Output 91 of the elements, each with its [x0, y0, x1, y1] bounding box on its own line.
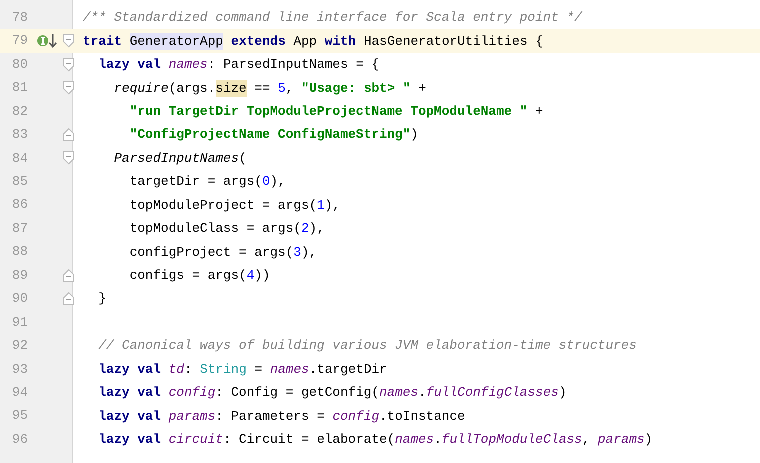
- code-text: +: [418, 80, 426, 97]
- code-text: ): [558, 384, 567, 402]
- number-literal: 0: [262, 173, 270, 190]
- number-literal: 5: [278, 80, 286, 97]
- code-text: +: [536, 102, 544, 120]
- line-number: 90: [11, 290, 28, 308]
- code-keyword: extends: [231, 32, 286, 50]
- code-text: .toInstance: [380, 408, 466, 425]
- code-text: )): [254, 267, 270, 284]
- code-identifier: names: [168, 56, 208, 74]
- string-literal: "Usage: sbt> ": [302, 80, 411, 97]
- code-keyword: lazy val: [98, 360, 162, 378]
- fold-marker-icon[interactable]: [63, 58, 75, 72]
- code-keyword: lazy val: [98, 384, 162, 402]
- code-identifier: require: [114, 80, 169, 97]
- code-text: :: [184, 360, 192, 378]
- code-text: }: [98, 290, 106, 308]
- code-text: : Parameters =: [216, 408, 325, 425]
- code-text: (: [239, 150, 247, 167]
- code-text: App: [294, 32, 318, 50]
- code-keyword: with: [324, 32, 356, 50]
- line-number: 81: [11, 79, 28, 98]
- code-keyword: lazy val: [98, 56, 162, 74]
- code-identifier: td: [168, 360, 184, 378]
- code-identifier: config: [168, 384, 216, 402]
- code-text: ),: [324, 196, 340, 214]
- line-number: 92: [11, 337, 28, 356]
- line-number: 95: [11, 407, 28, 426]
- code-identifier: ParsedInputNames: [114, 150, 240, 167]
- code-identifier: names: [395, 431, 434, 448]
- code-identifier: params: [168, 408, 216, 425]
- code-identifier: fullConfigClasses: [426, 384, 559, 402]
- code-text: topModuleClass = args(: [130, 220, 302, 238]
- code-text: configs = args(: [130, 267, 247, 284]
- code-text: ==: [254, 80, 270, 97]
- line-number: 93: [11, 360, 28, 379]
- line-number: 80: [11, 56, 28, 74]
- line-number: 83: [11, 126, 28, 144]
- code-text: (args.: [168, 80, 216, 97]
- code-identifier: names: [379, 384, 418, 402]
- code-text: ,: [582, 431, 590, 448]
- code-identifier: config: [332, 408, 380, 425]
- line-number: 86: [11, 196, 28, 214]
- line-number: 89: [11, 266, 28, 285]
- code-text: =: [254, 360, 263, 378]
- code-text: ): [410, 126, 418, 144]
- number-literal: 1: [317, 196, 325, 214]
- string-literal: "run TargetDir TopModuleProjectName TopModuleName ": [130, 102, 528, 120]
- number-literal: 4: [246, 267, 255, 284]
- code-text: : Circuit = elaborate(: [223, 431, 396, 448]
- fold-marker-icon[interactable]: [63, 34, 75, 48]
- highlighted-identifier: size: [216, 80, 247, 97]
- implemented-method-icon[interactable]: [37, 33, 59, 50]
- line-number: 79: [11, 32, 28, 50]
- code-keyword: lazy val: [98, 408, 162, 425]
- line-number: 88: [11, 243, 28, 262]
- code-text: configProject = args(: [130, 244, 294, 261]
- code-text: HasGeneratorUtilities {: [364, 32, 544, 50]
- code-keyword: trait: [83, 32, 122, 50]
- line-number: 78: [11, 8, 28, 27]
- line-number: 87: [11, 220, 28, 238]
- line-number: 85: [11, 173, 28, 192]
- code-text: targetDir = args(: [130, 173, 262, 190]
- line-number: 91: [11, 314, 28, 332]
- code-text: ,: [286, 80, 294, 97]
- code-comment: // Canonical ways of building various JVM elaboration-time structures: [98, 337, 637, 354]
- code-comment: /** Standardized command line interface for Scala entry point */: [83, 9, 582, 26]
- code-text: .targetDir: [309, 360, 388, 378]
- number-literal: 2: [301, 220, 310, 238]
- code-text: ),: [301, 244, 318, 261]
- line-number: 94: [11, 384, 28, 402]
- type-name: String: [200, 360, 247, 378]
- code-keyword: lazy val: [98, 431, 162, 448]
- code-text: ): [644, 431, 653, 448]
- line-number: 96: [11, 430, 28, 449]
- string-literal: "ConfigProjectName ConfigNameString": [130, 126, 411, 144]
- code-identifier: names: [270, 360, 310, 378]
- code-text: ),: [309, 220, 325, 238]
- code-text: .: [418, 384, 426, 402]
- code-identifier: params: [598, 431, 645, 448]
- highlighted-identifier: GeneratorApp: [130, 32, 224, 50]
- code-identifier: circuit: [168, 431, 224, 448]
- line-number: 82: [11, 102, 28, 121]
- code-text: ),: [270, 173, 286, 190]
- line-number: 84: [11, 150, 28, 168]
- code-text: topModuleProject = args(: [130, 196, 318, 214]
- code-text: : Config = getConfig(: [216, 384, 380, 402]
- code-identifier: fullTopModuleClass: [442, 431, 582, 448]
- code-text: : ParsedInputNames = {: [208, 56, 380, 74]
- number-literal: 3: [294, 244, 302, 261]
- code-text: .: [434, 431, 442, 448]
